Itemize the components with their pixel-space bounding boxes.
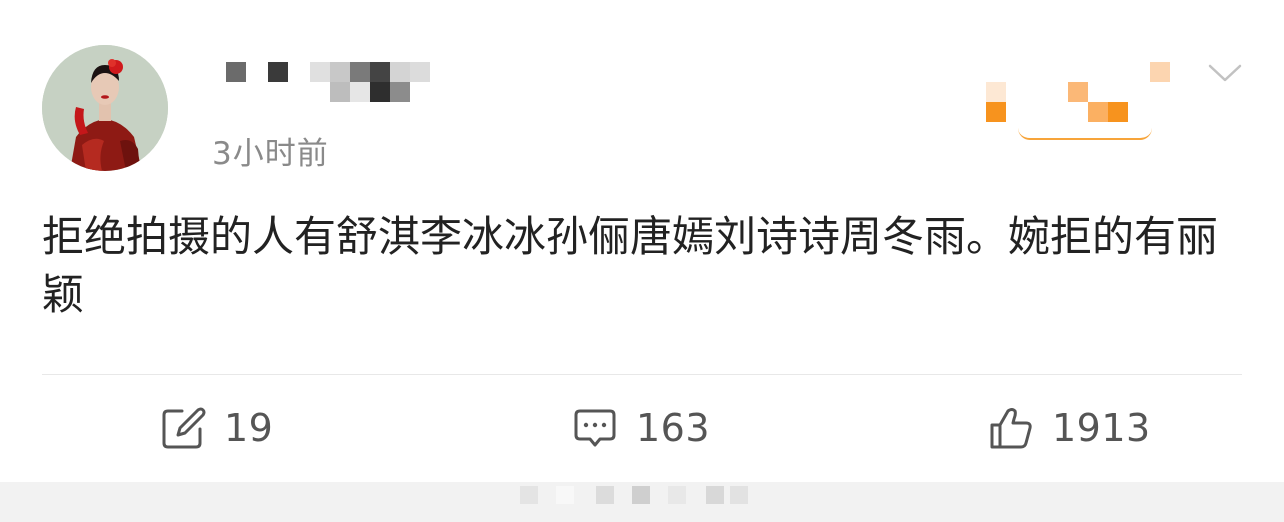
repost-count: 19 (224, 406, 274, 450)
chevron-down-icon (1208, 64, 1242, 82)
author-name-redacted[interactable] (224, 60, 444, 104)
mosaic-block (350, 82, 370, 102)
like-button[interactable]: 1913 (988, 376, 1151, 480)
post-timestamp: 3小时前 (212, 136, 329, 172)
mosaic-block (730, 486, 748, 504)
avatar-image (42, 45, 168, 171)
comment-icon (574, 409, 616, 447)
mosaic-block (1150, 62, 1170, 82)
like-count: 1913 (1052, 406, 1151, 450)
mosaic-block (390, 82, 410, 102)
mosaic-block (596, 486, 614, 504)
post-menu-button[interactable] (1206, 58, 1244, 88)
mosaic-block (226, 62, 246, 82)
mosaic-block (986, 102, 1006, 122)
mosaic-block (390, 62, 410, 82)
mosaic-block (1108, 102, 1128, 122)
watermark-redacted (520, 484, 760, 512)
actions-divider (42, 374, 1242, 375)
repost-button[interactable]: 19 (160, 376, 273, 480)
mosaic-block (370, 62, 390, 82)
comment-button[interactable]: 163 (572, 376, 710, 480)
mosaic-block (310, 62, 330, 82)
mosaic-block (986, 82, 1006, 102)
mosaic-block (410, 62, 430, 82)
mosaic-block (330, 62, 350, 82)
mosaic-block (668, 486, 686, 504)
weibo-post-card: 3小时前 拒绝拍摄的人有舒淇李冰冰孙俪唐嫣刘诗诗周冬雨。婉拒的有丽颖 19 16… (0, 0, 1284, 484)
post-actions-bar: 19 163 1913 (0, 376, 1284, 480)
post-text: 拒绝拍摄的人有舒淇李冰冰孙俪唐嫣刘诗诗周冬雨。婉拒的有丽颖 (42, 212, 1219, 319)
author-avatar[interactable] (42, 45, 168, 171)
mosaic-block (706, 486, 724, 504)
mosaic-block (330, 82, 350, 102)
mosaic-block (1088, 102, 1108, 122)
repost-icon (162, 407, 206, 449)
mosaic-block (632, 486, 650, 504)
mosaic-block (350, 62, 370, 82)
like-icon (990, 408, 1032, 449)
comment-count: 163 (636, 406, 711, 450)
mosaic-block (268, 62, 288, 82)
mosaic-block (370, 82, 390, 102)
mosaic-block (556, 486, 574, 504)
badge-underline (1018, 128, 1152, 140)
mosaic-block (1068, 82, 1088, 102)
mosaic-block (520, 486, 538, 504)
